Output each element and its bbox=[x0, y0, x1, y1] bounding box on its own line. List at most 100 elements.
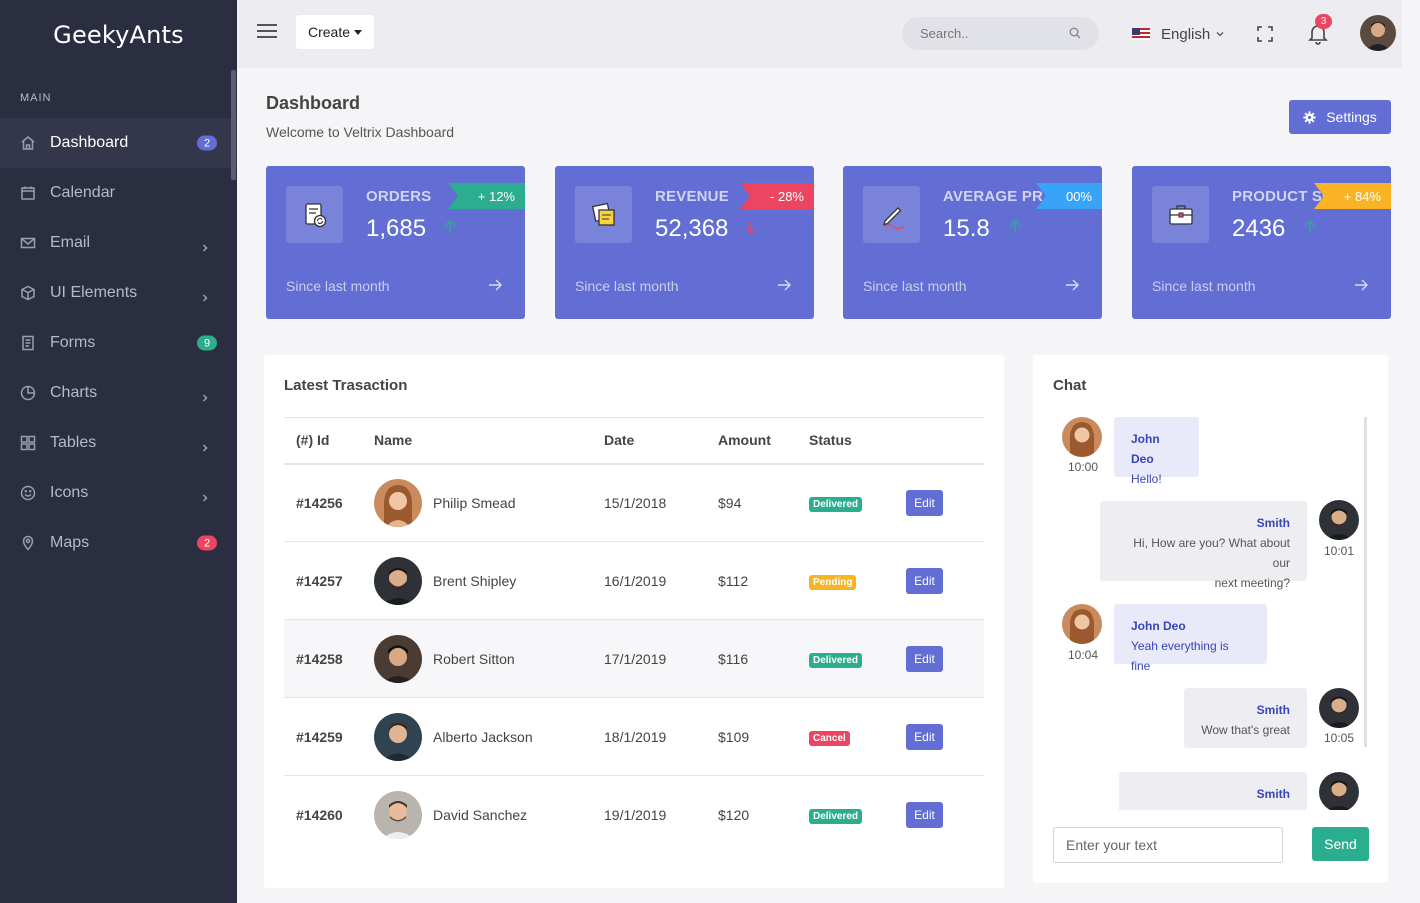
grid-icon bbox=[20, 435, 36, 451]
revenue-icon bbox=[575, 186, 632, 243]
create-dropdown-button[interactable]: Create bbox=[296, 15, 374, 49]
sidebar-item-label: Forms bbox=[50, 334, 96, 351]
status-badge: Delivered bbox=[809, 808, 863, 824]
search-icon[interactable] bbox=[1069, 27, 1081, 39]
message-time: 10:00 bbox=[1068, 460, 1099, 474]
user-avatar[interactable] bbox=[1360, 15, 1396, 51]
stat-change-badge: 00% bbox=[1035, 183, 1102, 209]
edit-button[interactable]: Edit bbox=[906, 489, 943, 516]
tx-date: 18/1/2019 bbox=[604, 697, 718, 776]
sidebar-badge: 2 bbox=[197, 535, 217, 551]
customer-name: Philip Smead bbox=[433, 494, 516, 511]
tx-date: 15/1/2018 bbox=[604, 463, 718, 542]
cube-icon bbox=[20, 285, 36, 301]
transactions-table: (#) Id Name Date Amount Status #14256 Ph… bbox=[284, 417, 984, 854]
arrow-right-icon[interactable] bbox=[777, 278, 791, 292]
avatar bbox=[374, 556, 422, 605]
sidebar-item-forms[interactable]: Forms 9 bbox=[0, 318, 237, 368]
avatar bbox=[1062, 417, 1102, 457]
arrow-right-icon[interactable] bbox=[1354, 278, 1368, 292]
chat-message-input[interactable] bbox=[1053, 827, 1283, 863]
table-row: #14256 Philip Smead 15/1/2018 $94 Delive… bbox=[284, 463, 984, 542]
create-label: Create bbox=[307, 24, 351, 40]
avatar bbox=[374, 634, 422, 683]
stat-change-badge: - 28% bbox=[740, 183, 814, 209]
smile-icon bbox=[20, 485, 36, 501]
edit-button[interactable]: Edit bbox=[906, 723, 943, 750]
sidebar-item-label: Calendar bbox=[50, 184, 115, 201]
sidebar-item-maps[interactable]: Maps 2 bbox=[0, 518, 237, 568]
sidebar-section-title: MAIN bbox=[20, 92, 52, 104]
column-header-actions bbox=[906, 417, 984, 465]
sidebar-item-label: Charts bbox=[50, 384, 98, 401]
language-selector[interactable]: English bbox=[1132, 24, 1224, 44]
avatar bbox=[1319, 500, 1359, 540]
sidebar-item-label: Dashboard bbox=[50, 134, 129, 151]
message-text: Yeah everything is fine bbox=[1131, 639, 1229, 673]
tx-amount: $112 bbox=[718, 541, 809, 620]
sidebar-item-charts[interactable]: Charts bbox=[0, 368, 237, 418]
sidebar-item-icons[interactable]: Icons bbox=[0, 468, 237, 518]
avatar bbox=[1062, 604, 1102, 644]
settings-button[interactable]: Settings bbox=[1289, 100, 1391, 134]
chevron-down-icon bbox=[1216, 32, 1224, 37]
pie-chart-icon bbox=[20, 385, 36, 401]
sidebar-item-label: Email bbox=[50, 234, 91, 251]
stat-value: 1,685 bbox=[366, 215, 427, 242]
avatar bbox=[1319, 772, 1359, 810]
chat-scrollbar[interactable] bbox=[1364, 417, 1367, 747]
topbar: Create English 3 bbox=[237, 0, 1402, 68]
tx-id: #14260 bbox=[296, 806, 343, 823]
column-header: Name bbox=[374, 417, 604, 465]
sidebar-item-email[interactable]: Email bbox=[0, 218, 237, 268]
chevron-right-icon bbox=[201, 239, 209, 252]
search-box bbox=[902, 17, 1099, 50]
edit-button[interactable]: Edit bbox=[906, 645, 943, 672]
column-header: Date bbox=[604, 417, 718, 465]
sidebar-item-dashboard[interactable]: Dashboard 2 bbox=[0, 118, 237, 168]
column-header: (#) Id bbox=[284, 417, 374, 465]
sidebar-badge: 2 bbox=[197, 135, 217, 151]
edit-button[interactable]: Edit bbox=[906, 567, 943, 594]
chat-card: Chat 10:00 John Deo Hello! Smith Hi, How… bbox=[1033, 355, 1388, 883]
sidebar-badge: 9 bbox=[197, 335, 217, 351]
status-badge: Delivered bbox=[809, 496, 863, 512]
arrow-right-icon[interactable] bbox=[488, 278, 502, 292]
search-input[interactable] bbox=[902, 17, 1052, 50]
message-author: Smith bbox=[1256, 516, 1290, 530]
column-header: Amount bbox=[718, 417, 809, 465]
chat-messages: 10:00 John Deo Hello! Smith Hi, How are … bbox=[1033, 410, 1363, 810]
tx-id: #14259 bbox=[284, 697, 374, 776]
avatar bbox=[374, 712, 422, 761]
stat-since-text: Since last month bbox=[863, 278, 967, 294]
stat-card-revenue: REVENUE 52,368 - 28% Since last month bbox=[555, 166, 814, 319]
fullscreen-icon[interactable] bbox=[1257, 26, 1273, 42]
sidebar-item-ui-elements[interactable]: UI Elements bbox=[0, 268, 237, 318]
sidebar-scrollbar[interactable] bbox=[231, 70, 236, 180]
brand-logo[interactable]: GeekyAnts bbox=[0, 0, 237, 70]
message-text-line: Hi, How are you? What about our bbox=[1133, 536, 1290, 570]
chevron-right-icon bbox=[201, 389, 209, 402]
stat-value: 2436 bbox=[1232, 215, 1286, 242]
stat-change-badge: + 84% bbox=[1313, 183, 1391, 209]
stat-label: ORDERS bbox=[366, 188, 432, 205]
caret-down-icon bbox=[354, 29, 363, 35]
card-title: Latest Trasaction bbox=[284, 377, 408, 394]
send-button[interactable]: Send bbox=[1312, 827, 1369, 861]
avatar bbox=[374, 478, 422, 527]
message-bubble: Smith bbox=[1119, 772, 1307, 810]
column-header: Status bbox=[809, 417, 906, 465]
customer-name: Robert Sitton bbox=[433, 650, 515, 667]
menu-toggle-icon[interactable] bbox=[257, 24, 277, 40]
customer-name: Alberto Jackson bbox=[433, 728, 533, 745]
stat-card-orders: ORDERS 1,685 + 12% Since last month bbox=[266, 166, 525, 319]
us-flag-icon bbox=[1132, 28, 1150, 40]
arrow-right-icon[interactable] bbox=[1065, 278, 1079, 292]
arrow-down-icon bbox=[745, 221, 757, 234]
sidebar-item-tables[interactable]: Tables bbox=[0, 418, 237, 468]
edit-button[interactable]: Edit bbox=[906, 801, 943, 828]
latest-transactions-card: Latest Trasaction (#) Id Name Date Amoun… bbox=[264, 355, 1004, 888]
message-bubble: John Deo Hello! bbox=[1114, 417, 1199, 486]
tx-id: #14258 bbox=[284, 619, 374, 698]
sidebar-item-calendar[interactable]: Calendar bbox=[0, 168, 237, 218]
